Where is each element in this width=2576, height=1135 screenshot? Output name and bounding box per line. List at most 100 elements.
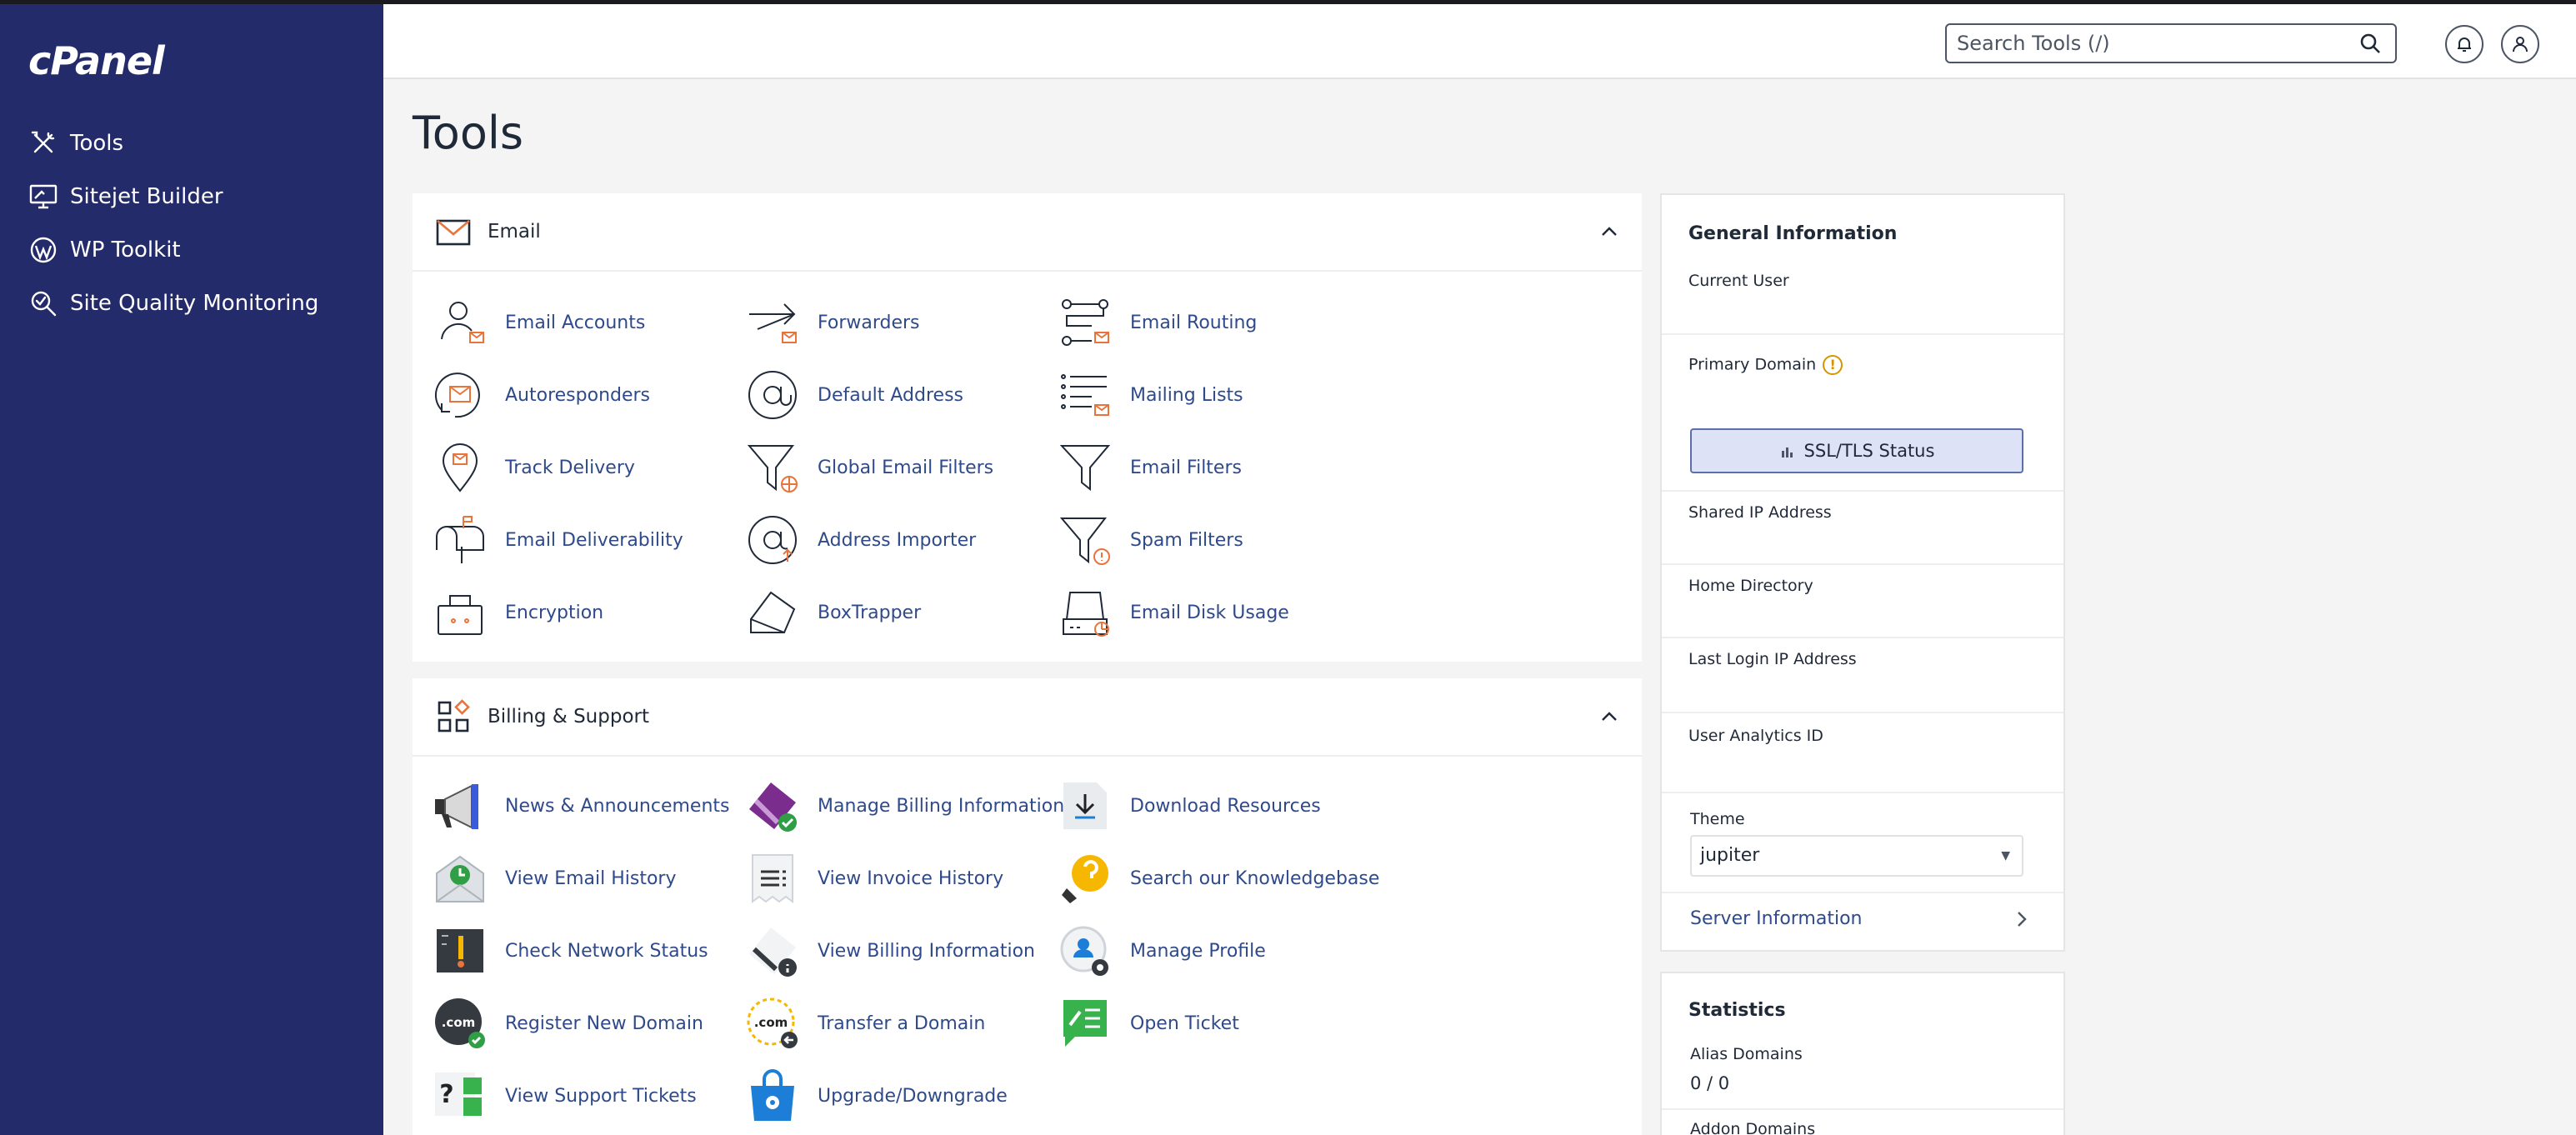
general-information-panel: General Information Current User Primary… bbox=[1660, 193, 2065, 952]
tool-label: View Support Tickets bbox=[505, 1085, 697, 1107]
divider bbox=[1662, 892, 2063, 893]
tool-boxtrapper[interactable]: BoxTrapper bbox=[746, 583, 921, 642]
home-directory-label: Home Directory bbox=[1688, 577, 1813, 595]
sidebar-item-label: WP Toolkit bbox=[70, 238, 181, 262]
tool-address-importer[interactable]: Address Importer bbox=[746, 511, 976, 569]
shopping-bag-icon bbox=[751, 1069, 794, 1121]
tool-spam-filters[interactable]: Spam Filters bbox=[1058, 511, 1243, 569]
tool-label: BoxTrapper bbox=[818, 602, 922, 623]
chevron-right-icon[interactable] bbox=[2012, 909, 2032, 929]
tool-track-delivery[interactable]: Track Delivery bbox=[433, 438, 635, 497]
billing-panel-header[interactable]: Billing & Support bbox=[413, 678, 1642, 757]
analytics-row: User Analytics ID bbox=[1662, 713, 2063, 793]
download-icon bbox=[1063, 782, 1107, 829]
mailbox-icon bbox=[436, 516, 484, 563]
tool-global-email-filters[interactable]: Global Email Filters bbox=[746, 438, 993, 497]
tool-label: Autoresponders bbox=[505, 384, 651, 406]
tool-label: Encryption bbox=[505, 602, 604, 623]
chevron-up-icon[interactable] bbox=[1598, 706, 1620, 728]
sidebar-item-wp-toolkit[interactable]: WP Toolkit bbox=[0, 223, 383, 277]
mail-history-icon bbox=[436, 855, 484, 902]
search-icon[interactable] bbox=[2358, 32, 2382, 55]
at-import-icon bbox=[748, 516, 797, 564]
warning-icon[interactable]: ! bbox=[1823, 355, 1843, 375]
statistics-panel: Statistics Alias Domains 0 / 0 Addon Dom… bbox=[1660, 972, 2065, 1135]
tool-register-new-domain[interactable]: .com Register New Domain bbox=[433, 994, 703, 1052]
shared-ip-row: Shared IP Address bbox=[1662, 492, 2063, 565]
tool-email-routing[interactable]: Email Routing bbox=[1058, 293, 1257, 352]
tool-transfer-domain[interactable]: .com Transfer a Domain bbox=[746, 994, 985, 1052]
chevron-up-icon[interactable] bbox=[1598, 221, 1620, 242]
magnifier-icon bbox=[31, 291, 57, 317]
tool-manage-billing-info[interactable]: Manage Billing Information bbox=[746, 777, 1064, 835]
bell-icon bbox=[2458, 38, 2471, 52]
tool-mailing-lists[interactable]: Mailing Lists bbox=[1058, 366, 1243, 424]
tool-search-knowledgebase[interactable]: Search our Knowledgebase bbox=[1058, 849, 1379, 908]
tool-label: Email Accounts bbox=[505, 312, 646, 333]
disk-usage-icon bbox=[1063, 592, 1109, 637]
tool-label: Manage Profile bbox=[1130, 940, 1266, 962]
tool-label: Global Email Filters bbox=[818, 457, 994, 478]
current-user-label: Current User bbox=[1688, 272, 1789, 290]
last-login-row: Last Login IP Address bbox=[1662, 638, 2063, 713]
tool-email-disk-usage[interactable]: Email Disk Usage bbox=[1058, 583, 1289, 642]
tool-view-support-tickets[interactable]: ? View Support Tickets bbox=[433, 1067, 697, 1125]
tool-email-deliverability[interactable]: Email Deliverability bbox=[433, 511, 683, 569]
tool-label: Spam Filters bbox=[1130, 529, 1243, 551]
tool-encryption[interactable]: Encryption bbox=[433, 583, 603, 642]
tool-view-email-history[interactable]: View Email History bbox=[433, 849, 677, 908]
tool-label: Transfer a Domain bbox=[818, 1012, 986, 1034]
tool-download-resources[interactable]: Download Resources bbox=[1058, 777, 1321, 835]
tool-view-invoice-history[interactable]: View Invoice History bbox=[746, 849, 1003, 908]
panel-title: Billing & Support bbox=[488, 706, 649, 728]
tool-open-ticket[interactable]: Open Ticket bbox=[1058, 994, 1239, 1052]
email-panel-header[interactable]: Email bbox=[413, 193, 1642, 272]
search-box bbox=[1945, 23, 2397, 63]
ticket-icon bbox=[1063, 1000, 1107, 1047]
tool-label: Open Ticket bbox=[1130, 1012, 1239, 1034]
ssl-tls-status-button[interactable]: SSL/TLS Status bbox=[1690, 428, 2023, 473]
theme-select[interactable]: jupiter ▼ bbox=[1690, 835, 2023, 877]
notifications-button[interactable] bbox=[2445, 25, 2483, 63]
tool-email-filters[interactable]: Email Filters bbox=[1058, 438, 1242, 497]
monitor-icon bbox=[29, 184, 58, 209]
tool-label: View Email History bbox=[505, 868, 677, 889]
tool-forwarders[interactable]: Forwarders bbox=[746, 293, 920, 352]
last-login-label: Last Login IP Address bbox=[1688, 650, 1857, 668]
theme-label: Theme bbox=[1690, 810, 1745, 828]
statistics-title: Statistics bbox=[1688, 1000, 1786, 1021]
tool-label: View Billing Information bbox=[818, 940, 1035, 962]
funnel-globe-icon bbox=[747, 445, 798, 492]
sidebar-item-tools[interactable]: Tools bbox=[0, 117, 383, 170]
shared-ip-label: Shared IP Address bbox=[1688, 503, 1832, 522]
alias-domains-label: Alias Domains bbox=[1690, 1045, 1803, 1063]
tool-email-accounts[interactable]: Email Accounts bbox=[433, 293, 645, 352]
autoresponder-icon bbox=[434, 372, 480, 418]
billing-panel: Billing & Support News & Announcements M… bbox=[413, 678, 1642, 1135]
tool-autoresponders[interactable]: Autoresponders bbox=[433, 366, 650, 424]
profile-gear-icon bbox=[1060, 926, 1108, 976]
tool-label: Check Network Status bbox=[505, 940, 708, 962]
tool-label: Default Address bbox=[818, 384, 963, 406]
sidebar-item-site-quality[interactable]: Site Quality Monitoring bbox=[0, 277, 383, 330]
user-menu-button[interactable] bbox=[2501, 25, 2539, 63]
cpanel-logo[interactable]: cPanel bbox=[28, 38, 165, 83]
tool-check-network-status[interactable]: Check Network Status bbox=[433, 922, 708, 980]
tool-upgrade-downgrade[interactable]: Upgrade/Downgrade bbox=[746, 1067, 1008, 1125]
forward-arrow-icon bbox=[749, 303, 797, 343]
sidebar-item-sitejet[interactable]: Sitejet Builder bbox=[0, 170, 383, 223]
addon-domains-label: Addon Domains bbox=[1690, 1120, 1816, 1135]
tool-manage-profile[interactable]: Manage Profile bbox=[1058, 922, 1266, 980]
tool-news-announcements[interactable]: News & Announcements bbox=[433, 777, 730, 835]
server-information-link[interactable]: Server Information bbox=[1690, 908, 1863, 929]
dropdown-arrow-icon: ▼ bbox=[2001, 849, 2010, 862]
tool-default-address[interactable]: Default Address bbox=[746, 366, 963, 424]
search-input[interactable] bbox=[1947, 25, 2355, 62]
svg-text:.com: .com bbox=[754, 1015, 788, 1030]
funnel-alert-icon bbox=[1059, 518, 1110, 565]
invoice-icon bbox=[752, 854, 793, 903]
tool-view-billing-info[interactable]: View Billing Information bbox=[746, 922, 1035, 980]
tools-icon bbox=[31, 131, 55, 153]
envelope-icon bbox=[436, 219, 471, 246]
routing-icon bbox=[1062, 299, 1109, 346]
